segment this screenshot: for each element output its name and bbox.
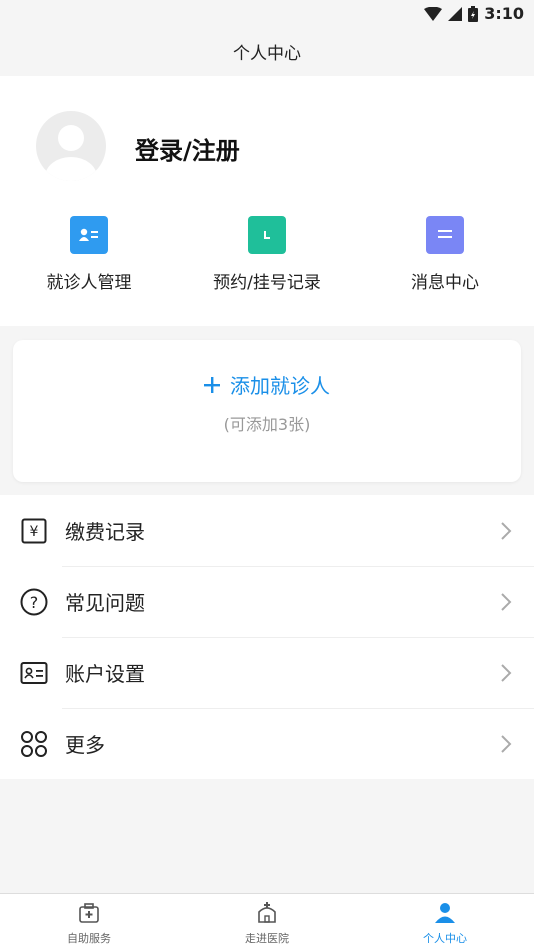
avatar[interactable]: [36, 111, 106, 181]
account-settings-icon: [20, 659, 48, 687]
more-grid-icon: [20, 730, 48, 758]
page-title: 个人中心: [233, 43, 301, 64]
tab-label: 个人中心: [423, 932, 467, 945]
patient-card-icon: [70, 216, 108, 254]
status-bar: 3:10: [0, 0, 534, 28]
add-patient-hint: (可添加3张): [223, 415, 311, 434]
svg-text:?: ?: [30, 593, 39, 612]
add-patient-label: 添加就诊人: [230, 374, 330, 398]
quick-actions: 就诊人管理 预约/挂号记录 消息中心: [0, 216, 534, 293]
message-icon: [426, 216, 464, 254]
quick-action-label: 预约/挂号记录: [213, 273, 321, 293]
signal-icon: [448, 6, 463, 21]
avatar-placeholder-icon: [45, 125, 97, 181]
menu-item-label: 缴费记录: [65, 520, 145, 544]
quick-action-label: 消息中心: [411, 273, 479, 293]
quick-action-message-center[interactable]: 消息中心: [356, 216, 534, 293]
calendar-icon: [248, 216, 286, 254]
menu-item-more[interactable]: 更多: [0, 708, 534, 779]
chevron-right-icon: [501, 735, 512, 753]
tab-hospital[interactable]: 走进医院: [178, 894, 356, 950]
user-icon: [435, 903, 455, 923]
question-icon: ?: [20, 588, 48, 616]
svg-text:¥: ¥: [30, 524, 39, 540]
battery-icon: [468, 5, 479, 22]
tab-personal-center[interactable]: 个人中心: [356, 894, 534, 950]
plus-icon: [204, 376, 220, 393]
tab-label: 走进医院: [245, 932, 289, 945]
profile-section: 登录/注册 就诊人管理 预约/挂号记录 消息中心: [0, 76, 534, 326]
chevron-right-icon: [501, 522, 512, 540]
settings-menu: ¥ 缴费记录 ? 常见问题 账户设置 更多: [0, 495, 534, 779]
menu-item-payment-records[interactable]: ¥ 缴费记录: [0, 495, 534, 566]
tab-self-service[interactable]: 自助服务: [0, 894, 178, 950]
tab-label: 自助服务: [67, 932, 111, 945]
menu-item-faq[interactable]: ? 常见问题: [0, 566, 534, 637]
status-time: 3:10: [484, 4, 524, 23]
bottom-tab-bar: 自助服务 走进医院 个人中心: [0, 893, 534, 950]
wifi-icon: [424, 6, 443, 21]
login-register-link[interactable]: 登录/注册: [135, 131, 240, 166]
payment-record-icon: ¥: [20, 517, 48, 545]
add-patient-card[interactable]: 添加就诊人 (可添加3张): [13, 340, 521, 482]
quick-action-label: 就诊人管理: [46, 273, 132, 293]
add-patient-button[interactable]: 添加就诊人: [13, 370, 521, 399]
menu-item-account-settings[interactable]: 账户设置: [0, 637, 534, 708]
chevron-right-icon: [501, 593, 512, 611]
chevron-right-icon: [501, 664, 512, 682]
medical-kit-icon: [79, 903, 99, 923]
quick-action-appointment-records[interactable]: 预约/挂号记录: [178, 216, 356, 293]
menu-item-label: 更多: [65, 733, 105, 757]
quick-action-patient-management[interactable]: 就诊人管理: [0, 216, 178, 293]
hospital-icon: [258, 902, 276, 923]
menu-item-label: 账户设置: [65, 662, 145, 686]
menu-item-label: 常见问题: [65, 591, 145, 615]
